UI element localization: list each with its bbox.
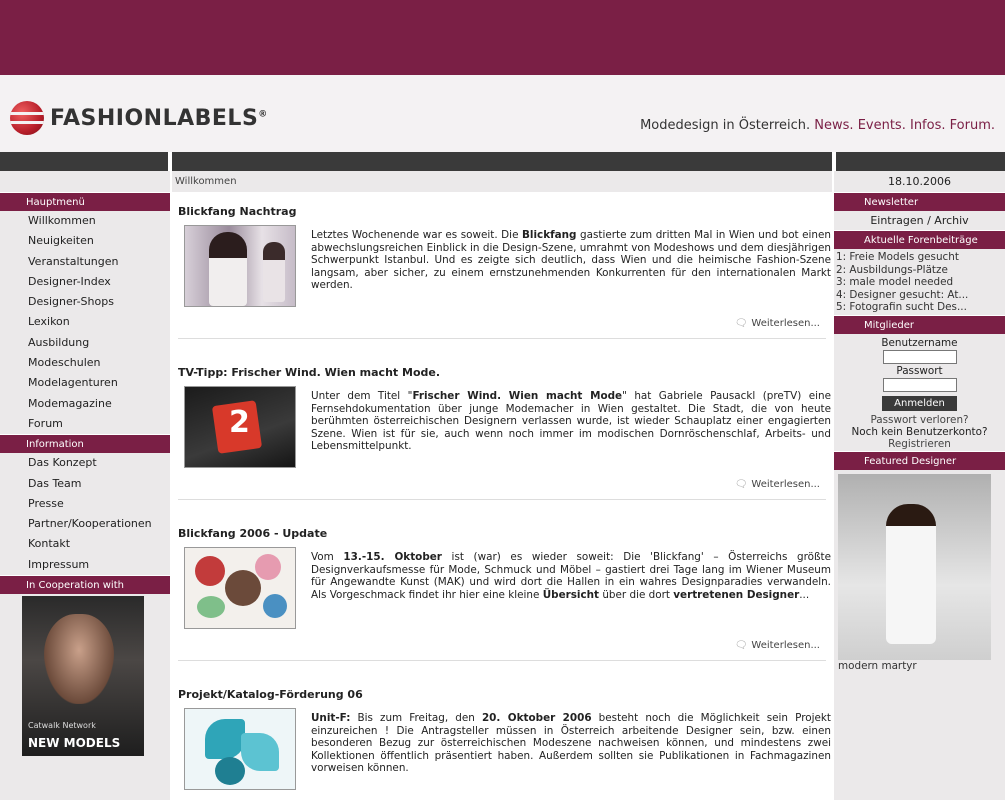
breadcrumb: Willkommen xyxy=(172,171,832,192)
nav-designer-shops[interactable]: Designer-Shops xyxy=(0,292,170,312)
nav-designer-index[interactable]: Designer-Index xyxy=(0,272,170,292)
password-label: Passwort xyxy=(896,364,943,377)
members-heading: Mitglieder xyxy=(834,314,1005,334)
featured-designer-image[interactable] xyxy=(838,473,991,660)
nav-ausbildung[interactable]: Ausbildung xyxy=(0,333,170,353)
forum-post-1[interactable]: 1: Freie Models gesucht xyxy=(834,251,1005,264)
comment-icon: 🗨 xyxy=(734,318,748,329)
nav-das-team[interactable]: Das Team xyxy=(0,474,170,494)
nav-forum[interactable]: Forum xyxy=(0,414,170,434)
article-divider xyxy=(178,499,826,500)
current-date: 18.10.2006 xyxy=(888,175,951,188)
read-more-link[interactable]: 🗨 Weiterlesen... xyxy=(735,318,820,329)
nav-impressum[interactable]: Impressum xyxy=(0,555,170,575)
forum-post-5[interactable]: 5: Fotografin sucht Des... xyxy=(834,301,1005,314)
register-link[interactable]: Registrieren xyxy=(834,438,1005,450)
article-divider xyxy=(178,660,826,661)
featured-model-figure xyxy=(886,503,936,644)
article-title[interactable]: Projekt/Katalog-Förderung 06 xyxy=(178,688,826,701)
logo-text: FASHIONLABELS® xyxy=(50,105,268,131)
nav-neuigkeiten[interactable]: Neuigkeiten xyxy=(0,231,170,251)
article-thumbnail[interactable] xyxy=(184,708,296,790)
top-band xyxy=(0,0,1005,75)
article-divider xyxy=(178,338,826,339)
article-title[interactable]: Blickfang Nachtrag xyxy=(178,205,826,218)
newsletter-link[interactable]: Eintragen / Archiv xyxy=(834,211,1005,230)
nav-modemagazine[interactable]: Modemagazine xyxy=(0,394,170,414)
nav-lexikon[interactable]: Lexikon xyxy=(0,312,170,332)
article-title[interactable]: TV-Tipp: Frischer Wind. Wien macht Mode. xyxy=(178,366,826,379)
site-logo[interactable]: FASHIONLABELS® xyxy=(10,101,268,135)
article-text: Letztes Wochenende war es soweit. Die Bl… xyxy=(311,229,831,292)
read-more-link[interactable]: 🗨 Weiterlesen... xyxy=(735,640,820,651)
article-text: Unter dem Titel "Frischer Wind. Wien mac… xyxy=(311,390,831,453)
divider-bar-left xyxy=(0,152,168,171)
left-sidebar: Hauptmenü Willkommen Neuigkeiten Veranst… xyxy=(0,171,170,800)
nav-modeschulen[interactable]: Modeschulen xyxy=(0,353,170,373)
article-3: Blickfang 2006 - Update Vom 13.-15. Okto… xyxy=(178,527,831,661)
login-button[interactable]: Anmelden xyxy=(882,395,957,411)
nav-presse[interactable]: Presse xyxy=(0,494,170,514)
comment-icon: 🗨 xyxy=(734,479,748,490)
article-4: Projekt/Katalog-Förderung 06 Unit-F: Bis… xyxy=(178,688,831,790)
password-input[interactable] xyxy=(882,377,957,392)
tagline-link-news[interactable]: News. xyxy=(814,118,853,133)
nav-willkommen[interactable]: Willkommen xyxy=(0,211,170,231)
login-form: Benutzername Passwort Anmelden Passwort … xyxy=(834,337,1005,450)
tagline-link-events[interactable]: Events. xyxy=(858,118,906,133)
nav-partner[interactable]: Partner/Kooperationen xyxy=(0,514,170,534)
article-thumbnail[interactable] xyxy=(184,225,296,307)
article-thumbnail[interactable]: 2 xyxy=(184,386,296,468)
tagline-prefix: Modedesign in Österreich. xyxy=(640,118,811,133)
article-text: Vom 13.-15. Oktober ist (war) es wieder … xyxy=(311,551,831,601)
main-content: Willkommen Blickfang Nachtrag Letztes Wo… xyxy=(172,171,832,800)
banner-caption-small: Catwalk Network xyxy=(28,721,96,731)
no-account-text: Noch kein Benutzerkonto? xyxy=(851,425,988,438)
article-2: TV-Tipp: Frischer Wind. Wien macht Mode.… xyxy=(178,366,831,500)
cooperation-heading: In Cooperation with xyxy=(0,575,170,595)
divider-bar-main xyxy=(172,152,832,171)
nav-veranstaltungen[interactable]: Veranstaltungen xyxy=(0,252,170,272)
article-title[interactable]: Blickfang 2006 - Update xyxy=(178,527,826,540)
nav-kontakt[interactable]: Kontakt xyxy=(0,534,170,554)
forum-posts-heading: Aktuelle Forenbeiträge xyxy=(834,230,1005,249)
right-sidebar: 18.10.2006 Newsletter Eintragen / Archiv… xyxy=(834,171,1005,800)
featured-designer-heading: Featured Designer xyxy=(834,450,1005,470)
username-input[interactable] xyxy=(882,349,957,364)
tagline-link-forum[interactable]: Forum. xyxy=(950,118,995,133)
forum-post-3[interactable]: 3: male model needed xyxy=(834,276,1005,289)
article-text: Unit-F: Bis zum Freitag, den 20. Oktober… xyxy=(311,712,831,775)
article-thumbnail[interactable] xyxy=(184,547,296,629)
banner-caption-big: NEW MODELS xyxy=(28,736,121,751)
tagline-link-infos[interactable]: Infos. xyxy=(910,118,946,133)
globe-logo-icon xyxy=(10,101,44,135)
divider-bar-right xyxy=(836,152,1005,171)
nav-das-konzept[interactable]: Das Konzept xyxy=(0,453,170,473)
tagline: Modedesign in Österreich. News. Events. … xyxy=(640,118,995,133)
information-heading: Information xyxy=(0,434,170,454)
read-more-link[interactable]: 🗨 Weiterlesen... xyxy=(735,479,820,490)
cooperation-banner[interactable]: Catwalk Network NEW MODELS xyxy=(22,596,144,757)
site-header: FASHIONLABELS® Modedesign in Österreich.… xyxy=(0,75,1005,152)
nav-modelagenturen[interactable]: Modelagenturen xyxy=(0,373,170,393)
main-menu-heading: Hauptmenü xyxy=(0,192,170,211)
comment-icon: 🗨 xyxy=(734,640,748,651)
forum-post-2[interactable]: 2: Ausbildungs-Plätze xyxy=(834,264,1005,277)
featured-designer-caption[interactable]: modern martyr xyxy=(834,660,1005,672)
banner-model-image xyxy=(44,614,114,705)
forgot-password-link[interactable]: Passwort verloren? xyxy=(834,414,1005,426)
forum-post-4[interactable]: 4: Designer gesucht: At... xyxy=(834,289,1005,302)
username-label: Benutzername xyxy=(881,336,958,349)
article-1: Blickfang Nachtrag Letztes Wochenende wa… xyxy=(178,205,831,339)
newsletter-heading: Newsletter xyxy=(834,192,1005,211)
